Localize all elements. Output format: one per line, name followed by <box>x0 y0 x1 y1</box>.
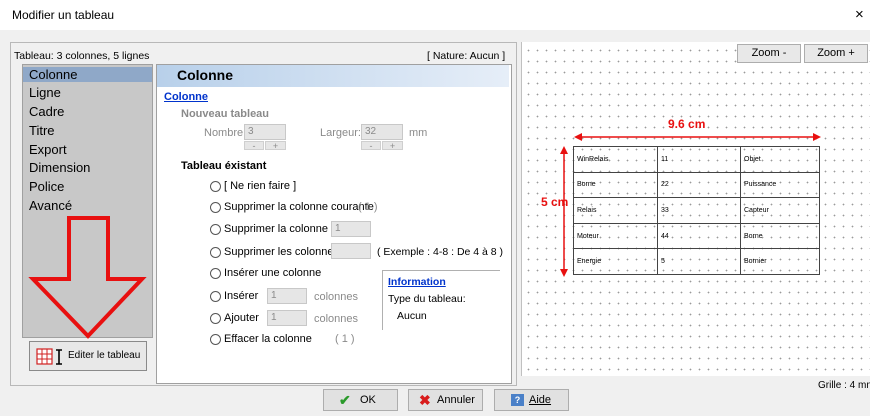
cancel-button[interactable]: ✖ Annuler <box>408 389 483 411</box>
table-info: Tableau: 3 colonnes, 5 lignes <box>14 50 150 62</box>
radio-label-effacer-colonne: Effacer la colonne <box>224 333 312 345</box>
nav-item-titre[interactable]: Titre <box>29 123 55 138</box>
nav-item-dimension[interactable]: Dimension <box>29 160 90 175</box>
inserer-input[interactable]: 1 <box>267 288 307 304</box>
preview-cell: Borne <box>740 222 820 250</box>
nav-item-export[interactable]: Export <box>29 142 67 157</box>
radio-label-ajouter: Ajouter <box>224 312 259 324</box>
radio-label-inserer-une-colonne: Insérer une colonne <box>224 267 322 279</box>
preview-cell: Puissance <box>740 171 820 199</box>
preview-table-row: Relais 33 Capteur <box>573 197 820 224</box>
current-column-number: ( 1 ) <box>358 201 378 213</box>
preview-cell: 11 <box>657 146 741 173</box>
grid-size-label: Grille : 4 mm <box>818 380 870 391</box>
preview-cell: 44 <box>657 222 741 250</box>
preview-table[interactable]: WinRelais 11 Objet Borne 22 Puissance Re… <box>573 146 820 275</box>
radio-supprimer-colonne[interactable] <box>210 224 221 235</box>
radio-label-supprimer-courante: Supprimer la colonne courante <box>224 201 374 213</box>
close-icon[interactable]: × <box>855 6 864 23</box>
largeur-unit: mm <box>409 127 428 139</box>
edit-table-button[interactable]: Editer le tableau <box>29 341 147 371</box>
table-edit-icon <box>36 348 62 365</box>
ok-button[interactable]: ✔ OK <box>323 389 398 411</box>
nav-item-ligne[interactable]: Ligne <box>29 85 61 100</box>
radio-effacer-colonne[interactable] <box>210 334 221 345</box>
edit-table-label: Editer le tableau <box>68 350 141 361</box>
nombre-minus-button[interactable]: - <box>244 141 264 151</box>
preview-cell: Capteur <box>740 197 820 224</box>
checkmark-icon: ✔ <box>339 392 351 408</box>
preview-table-row: WinRelais 11 Objet <box>573 146 820 173</box>
radio-label-ne-rien-faire: [ Ne rien faire ] <box>224 180 297 192</box>
preview-cell: Energie <box>573 248 658 275</box>
nombre-input[interactable]: 3 <box>244 124 286 140</box>
ajouter-input[interactable]: 1 <box>267 310 307 326</box>
table-type-label: Type du tableau: <box>388 293 466 305</box>
clear-column-number: ( 1 ) <box>335 333 355 345</box>
radio-supprimer-courante[interactable] <box>210 202 221 213</box>
height-dimension-label: 5 cm <box>541 195 569 209</box>
new-table-title: Nouveau tableau <box>181 108 270 120</box>
information-title: Information <box>388 276 446 288</box>
radio-label-supprimer-colonnes: Supprimer les colonnes <box>224 246 339 258</box>
preview-cell: WinRelais <box>573 146 658 173</box>
preview-cell: Borne <box>573 171 658 199</box>
panel-title: Colonne <box>177 67 233 83</box>
largeur-label: Largeur: <box>320 127 361 139</box>
nav-item-avance[interactable]: Avancé <box>29 198 72 213</box>
help-icon: ? <box>511 394 524 406</box>
preview-cell: Bornier <box>740 248 820 275</box>
preview-table-row: Moteur 44 Borne <box>573 222 820 250</box>
title-bar: Modifier un tableau × <box>0 0 870 30</box>
preview-cell: 5 <box>657 248 741 275</box>
radio-inserer-une-colonne[interactable] <box>210 268 221 279</box>
preview-cell: Objet <box>740 146 820 173</box>
largeur-input[interactable]: 32 <box>361 124 403 140</box>
window-title: Modifier un tableau <box>12 8 115 22</box>
help-button[interactable]: ? Aide <box>494 389 569 411</box>
colonne-link[interactable]: Colonne <box>164 91 208 103</box>
largeur-plus-button[interactable]: + <box>382 141 403 151</box>
inserer-unit: colonnes <box>314 291 359 303</box>
help-label: Aide <box>529 394 552 406</box>
radio-ne-rien-faire[interactable] <box>210 181 221 192</box>
existing-table-title: Tableau éxistant <box>181 160 267 172</box>
width-dimension-label: 9.6 cm <box>668 117 706 131</box>
nav-item-police[interactable]: Police <box>29 179 64 194</box>
preview-cell: 22 <box>657 171 741 199</box>
panel-header: Colonne <box>157 65 509 87</box>
nombre-plus-button[interactable]: + <box>265 141 286 151</box>
cross-icon: ✖ <box>419 392 431 408</box>
radio-ajouter[interactable] <box>210 313 221 324</box>
preview-table-row: Energie 5 Bornier <box>573 248 820 275</box>
zoom-out-button[interactable]: Zoom - <box>737 44 801 63</box>
cancel-label: Annuler <box>437 394 475 406</box>
largeur-minus-button[interactable]: - <box>361 141 381 151</box>
radio-label-supprimer-colonne: Supprimer la colonne <box>224 223 328 235</box>
radio-inserer[interactable] <box>210 291 221 302</box>
nav-item-colonne[interactable]: Colonne <box>23 67 152 82</box>
ok-label: OK <box>360 394 376 406</box>
preview-cell: 33 <box>657 197 741 224</box>
delete-columns-example: ( Exemple : 4-8 : De 4 à 8 ) <box>377 246 504 258</box>
nombre-label: Nombre: <box>204 127 247 139</box>
nature-label: [ Nature: Aucun ] <box>427 50 506 62</box>
supprimer-colonnes-input[interactable] <box>331 243 371 259</box>
preview-cell: Moteur <box>573 222 658 250</box>
info-divider-vertical <box>382 270 383 330</box>
table-type-value: Aucun <box>397 310 427 322</box>
preview-table-row: Borne 22 Puissance <box>573 171 820 199</box>
info-divider <box>382 270 500 271</box>
preview-cell: Relais <box>573 197 658 224</box>
radio-supprimer-colonnes[interactable] <box>210 247 221 258</box>
radio-label-inserer: Insérer <box>224 290 259 302</box>
zoom-in-button[interactable]: Zoom + <box>804 44 868 63</box>
supprimer-colonne-input[interactable]: 1 <box>331 221 371 237</box>
nav-item-cadre[interactable]: Cadre <box>29 104 64 119</box>
ajouter-unit: colonnes <box>314 313 359 325</box>
down-arrow-icon <box>28 216 147 339</box>
